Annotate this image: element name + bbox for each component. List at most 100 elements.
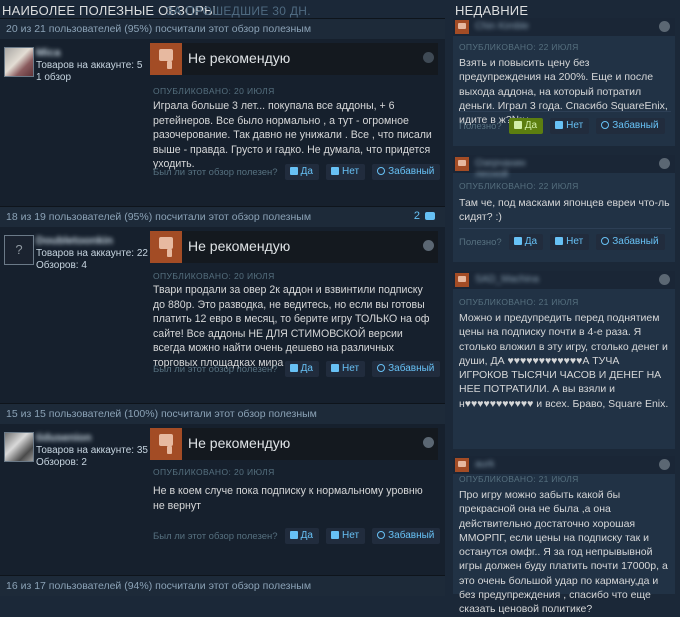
recent-review-card: SAD_Machina ОПУБЛИКОВАНО: 21 ИЮЛЯ Можно …: [453, 271, 675, 449]
vote-yes-button[interactable]: Да: [284, 361, 319, 377]
recent-review-card: Озерчанин лесной ОПУБЛИКОВАНО: 22 ИЮЛЯ Т…: [453, 155, 675, 262]
thumbs-up-icon: [289, 364, 298, 372]
recommendation-label: Не рекомендую: [188, 435, 291, 451]
thumbs-down-icon: [455, 157, 469, 171]
review-card: 20 из 21 пользователей (95%) посчитали э…: [0, 18, 445, 207]
review-helpful-bar: 15 из 15 пользователей (100%) посчитали …: [0, 404, 445, 424]
thumbs-down-icon: [555, 121, 564, 129]
thumbs-down-icon: [555, 237, 564, 245]
avatar[interactable]: [4, 47, 34, 77]
recent-review-header[interactable]: Озерчанин лесной: [453, 155, 675, 180]
thumbs-down-icon: [331, 364, 340, 372]
review-text: Не в коем случе пока подписку к нормальн…: [153, 485, 423, 512]
review-card: 15 из 15 пользователей (100%) посчитали …: [0, 403, 445, 576]
review-helpful-bar: 18 из 19 пользователей (95%) посчитали э…: [0, 207, 445, 227]
review-helpful-count: 20 из 21 пользователей (95%) посчитали э…: [6, 23, 312, 35]
recommendation-box[interactable]: Не рекомендую: [150, 231, 438, 263]
vote-yes-button[interactable]: Да: [284, 528, 319, 544]
review-posted-date: ОПУБЛИКОВАНО: 20 ИЮЛЯ: [153, 86, 275, 96]
review-posted-date: ОПУБЛИКОВАНО: 22 ИЮЛЯ: [459, 42, 579, 52]
vote-no-button[interactable]: Нет: [550, 234, 590, 250]
review-card: 18 из 19 пользователей (95%) посчитали э…: [0, 206, 445, 404]
avatar[interactable]: [4, 432, 34, 462]
review-text: Взять и повысить цену без предупреждения…: [459, 57, 668, 127]
vote-yes-button[interactable]: Да: [508, 118, 544, 134]
recommendation-label: Не рекомендую: [188, 238, 291, 254]
recent-review-header[interactable]: SAD_Machina: [453, 271, 675, 289]
vote-yes-button[interactable]: Да: [508, 234, 544, 250]
steam-icon: [423, 437, 434, 448]
review-helpful-bar: 16 из 17 пользователей (94%) посчитали э…: [0, 576, 445, 596]
thumbs-down-icon: [331, 531, 340, 539]
author-name[interactable]: SAD_Machina: [475, 274, 555, 285]
review-text: Твари продали за овер 2к аддон и взвинти…: [153, 284, 430, 369]
review-comments-link[interactable]: 2: [414, 210, 435, 222]
thumbs-up-icon: [289, 531, 298, 539]
author-name[interactable]: Озерчанин лесной: [475, 158, 555, 180]
author-name[interactable]: Doubletoonkin: [36, 235, 116, 247]
author-reviews-count[interactable]: 1 обзор: [36, 72, 142, 84]
vote-no-button[interactable]: Нет: [550, 118, 590, 134]
review-vote-controls: Полезно? Да Нет Забавный: [459, 118, 669, 134]
thumbs-down-icon: [150, 231, 182, 263]
review-posted-date: ОПУБЛИКОВАНО: 21 ИЮЛЯ: [459, 474, 579, 484]
thumbs-up-icon: [513, 121, 522, 129]
recommendation-box[interactable]: Не рекомендую: [150, 428, 438, 460]
helpful-question: Был ли этот обзор полезен?: [153, 530, 278, 542]
review-posted-date: ОПУБЛИКОВАНО: 22 ИЮЛЯ: [459, 181, 579, 191]
author-name[interactable]: Mica: [36, 47, 116, 59]
vote-funny-button[interactable]: Забавный: [596, 118, 665, 134]
thumbs-down-icon: [455, 273, 469, 287]
vote-no-button[interactable]: Нет: [326, 361, 366, 377]
thumbs-down-icon: [455, 458, 469, 472]
steam-icon: [659, 158, 670, 169]
helpful-question: Был ли этот обзор полезен?: [153, 363, 278, 375]
author-products[interactable]: Товаров на аккаунте: 22: [36, 248, 148, 260]
steam-icon: [423, 52, 434, 63]
smiley-icon: [601, 237, 610, 245]
review-vote-controls: Был ли этот обзор полезен? Да Нет Забавн…: [153, 164, 444, 180]
recent-title: НЕДАВНИЕ: [455, 3, 529, 18]
divider: [459, 111, 671, 112]
smiley-icon: [377, 531, 386, 539]
comment-count: 2: [413, 210, 420, 222]
helpful-question: Был ли этот обзор полезен?: [153, 166, 278, 178]
thumbs-down-icon: [150, 43, 182, 75]
vote-funny-button[interactable]: Забавный: [372, 528, 441, 544]
thumbs-down-icon: [150, 428, 182, 460]
recent-review-card: aurk ОПУБЛИКОВАНО: 21 ИЮЛЯ Про игру можн…: [453, 456, 675, 615]
author-products[interactable]: Товаров на аккаунте: 5: [36, 60, 142, 72]
author-products[interactable]: Товаров на аккаунте: 35: [36, 445, 148, 457]
recent-review-card: Chin Kimble ОПУБЛИКОВАНО: 22 ИЮЛЯ Взять …: [453, 18, 675, 146]
vote-no-button[interactable]: Нет: [326, 164, 366, 180]
thumbs-up-icon: [513, 237, 522, 245]
recommendation-box[interactable]: Не рекомендую: [150, 43, 438, 75]
review-posted-date: ОПУБЛИКОВАНО: 20 ИЮЛЯ: [153, 271, 275, 281]
review-helpful-count: 16 из 17 пользователей (94%) посчитали э…: [6, 580, 312, 592]
vote-funny-button[interactable]: Забавный: [596, 234, 665, 250]
review-vote-controls: Был ли этот обзор полезен? Да Нет Забавн…: [153, 361, 444, 377]
review-text: Можно и предупредить перед поднятием цен…: [459, 312, 669, 410]
recent-review-header[interactable]: Chin Kimble: [453, 18, 675, 36]
smiley-icon: [377, 167, 386, 175]
vote-no-button[interactable]: Нет: [326, 528, 366, 544]
author-reviews-count[interactable]: Обзоров: 2: [36, 457, 148, 469]
steam-icon: [659, 21, 670, 32]
thumbs-down-icon: [331, 167, 340, 175]
author-name[interactable]: Chin Kimble: [475, 21, 555, 32]
avatar[interactable]: ?: [4, 235, 34, 265]
author-name[interactable]: tidusenion: [36, 432, 116, 444]
author-name[interactable]: aurk: [475, 459, 555, 470]
author-reviews-count[interactable]: Обзоров: 4: [36, 260, 148, 272]
vote-yes-button[interactable]: Да: [284, 164, 319, 180]
recommendation-label: Не рекомендую: [188, 50, 291, 66]
most-helpful-period[interactable]: ЗА ПРОШЕДШИЕ 30 ДН.: [166, 4, 311, 18]
review-text: Играла больше 3 лет... покупала все аддо…: [153, 100, 432, 170]
smiley-icon: [601, 121, 610, 129]
recent-review-header[interactable]: aurk: [453, 456, 675, 474]
vote-funny-button[interactable]: Забавный: [372, 361, 441, 377]
steam-icon: [659, 274, 670, 285]
thumbs-down-icon: [455, 20, 469, 34]
review-helpful-bar: 20 из 21 пользователей (95%) посчитали э…: [0, 19, 445, 39]
vote-funny-button[interactable]: Забавный: [372, 164, 441, 180]
